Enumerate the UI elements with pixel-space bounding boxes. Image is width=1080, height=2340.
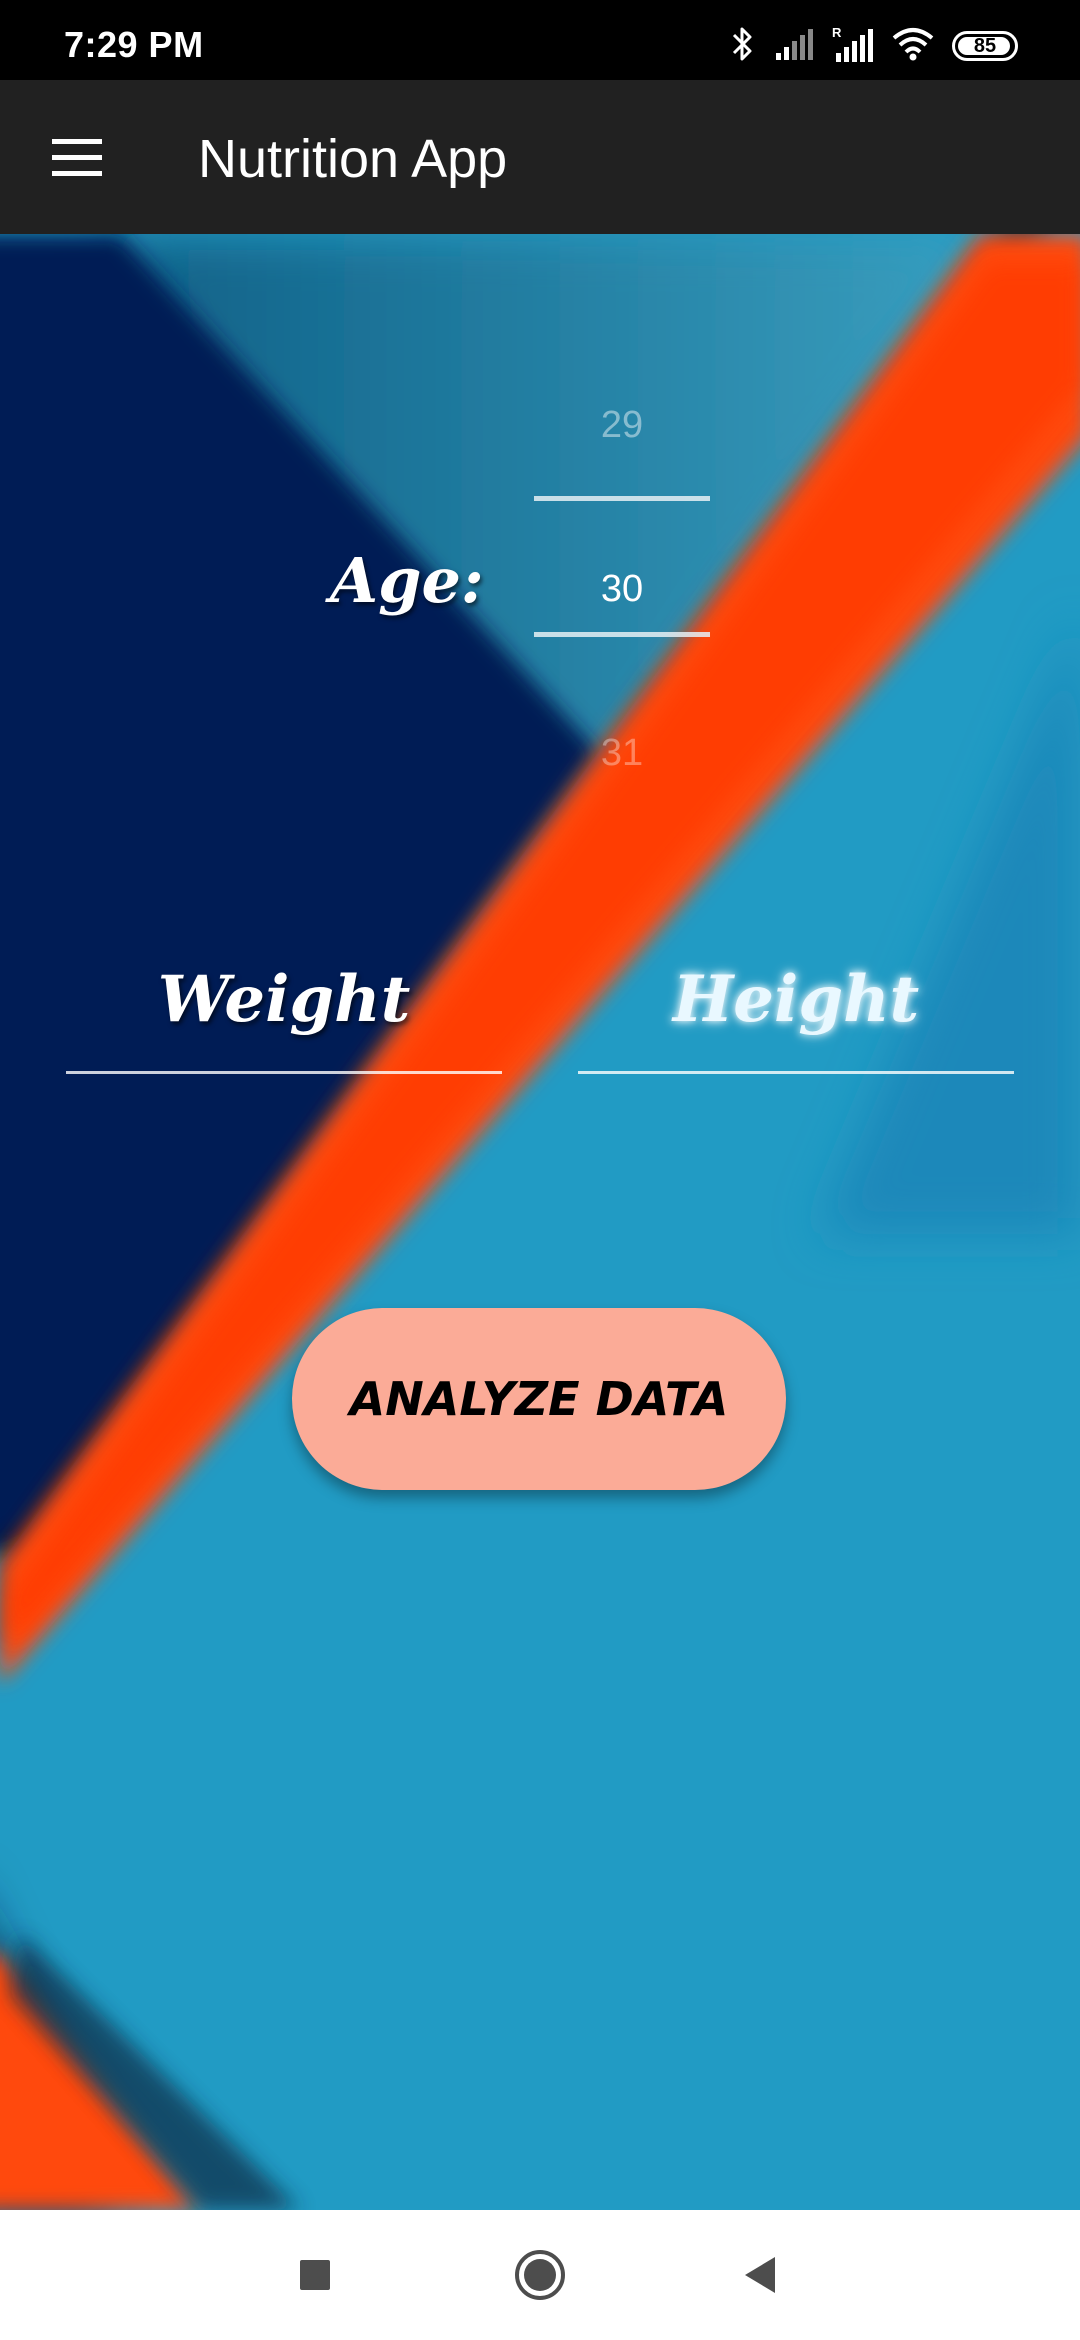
square-recents-icon[interactable] xyxy=(278,2238,352,2312)
age-picker-selected-value[interactable]: 30 xyxy=(534,568,710,611)
battery-level: 85 xyxy=(973,34,997,57)
analyze-data-button[interactable]: ANALYZE DATA xyxy=(292,1308,786,1490)
height-hint: Height xyxy=(672,962,920,1037)
weight-input[interactable]: Weight xyxy=(66,960,502,1074)
weight-hint: Weight xyxy=(157,962,411,1037)
navigation-bar xyxy=(0,2210,1080,2340)
hamburger-menu-icon[interactable] xyxy=(40,126,114,190)
age-number-picker[interactable]: 29 30 31 xyxy=(534,364,710,774)
circle-home-icon[interactable] xyxy=(503,2238,577,2312)
status-bar: 7:29 PM R 85 xyxy=(0,0,1080,80)
picker-divider-top xyxy=(534,496,710,501)
bluetooth-icon xyxy=(730,25,756,68)
height-input[interactable]: Height xyxy=(578,960,1014,1074)
signal-weak-icon xyxy=(774,27,814,66)
status-time: 7:29 PM xyxy=(64,24,204,65)
triangle-back-icon[interactable] xyxy=(724,2238,798,2312)
age-picker-next-value[interactable]: 31 xyxy=(534,732,710,775)
signal-roaming-icon: R xyxy=(832,25,874,68)
age-picker-previous-value[interactable]: 29 xyxy=(534,404,710,447)
battery-icon: 85 xyxy=(952,31,1018,61)
wifi-icon xyxy=(892,27,934,66)
svg-text:R: R xyxy=(832,25,842,40)
status-icons: R 85 xyxy=(730,25,1018,68)
age-label: Age: xyxy=(330,544,484,617)
picker-divider-bottom xyxy=(534,632,710,637)
main-content: Age: 29 30 31 Weight Height ANALYZE DATA xyxy=(0,234,1080,2210)
screen: 7:29 PM R 85 Nutrition App Age: 29 30 31… xyxy=(0,0,1080,2340)
app-bar: Nutrition App xyxy=(0,80,1080,234)
app-title: Nutrition App xyxy=(198,129,508,189)
